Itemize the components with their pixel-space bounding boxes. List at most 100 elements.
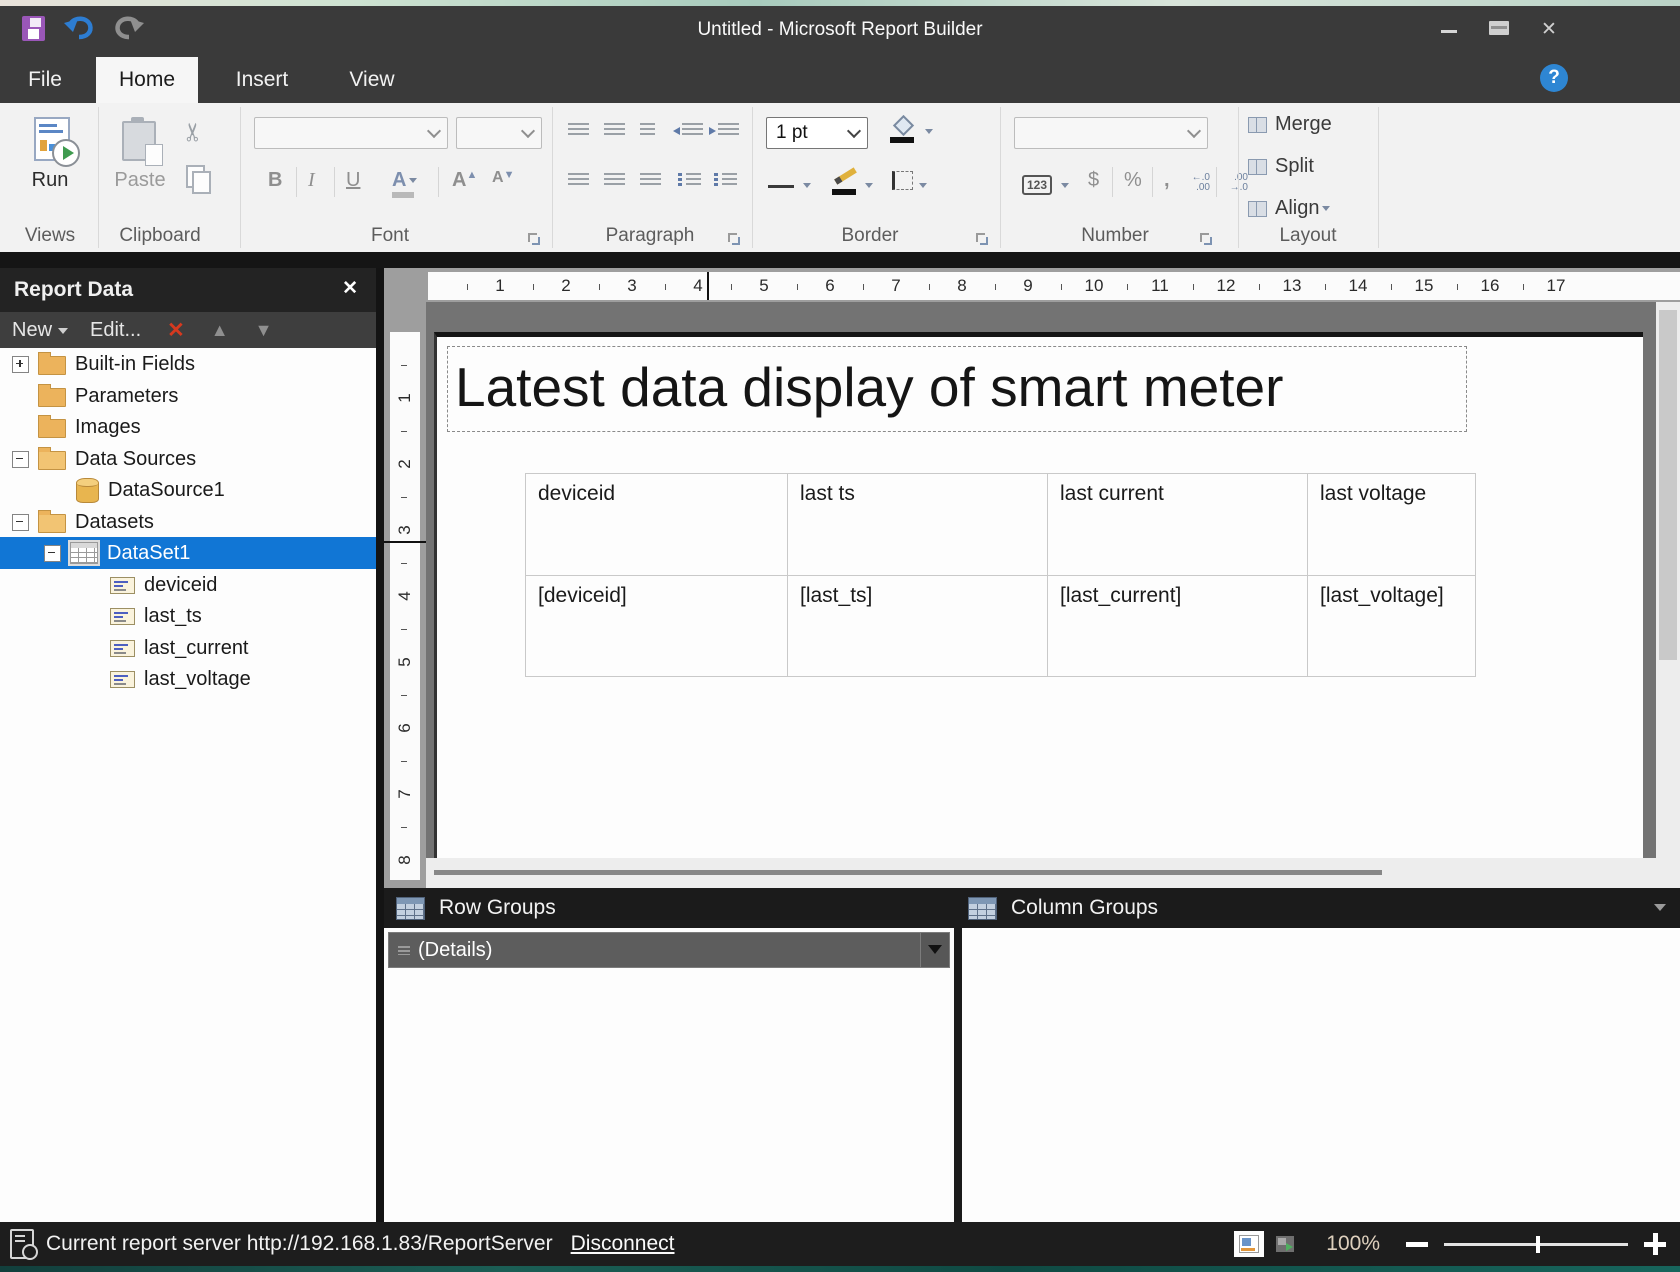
panel-splitter[interactable] [376, 268, 384, 1222]
numbering-icon[interactable] [722, 173, 737, 188]
close-button[interactable]: ✕ [1536, 18, 1562, 42]
table-header-cell[interactable]: last current [1048, 474, 1308, 576]
new-caret-icon[interactable] [58, 328, 68, 339]
fill-color-icon[interactable] [890, 117, 916, 143]
increase-decimal-icon[interactable]: ←.0.00 [1184, 173, 1210, 193]
table-header-cell[interactable]: last ts [788, 474, 1048, 576]
details-group-item[interactable]: (Details) [388, 932, 950, 968]
border-style-icon[interactable] [768, 185, 794, 188]
number-format-select[interactable] [1014, 117, 1208, 149]
report-title-textbox[interactable]: Latest data display of smart meter [447, 346, 1467, 432]
collapse-icon[interactable] [12, 514, 29, 531]
tree-item-data-sources[interactable]: Data Sources [0, 443, 376, 475]
collapse-icon[interactable] [44, 545, 61, 562]
zoom-out-button[interactable] [1406, 1242, 1428, 1247]
align-center-icon[interactable] [604, 173, 625, 188]
tree-item-datasource1[interactable]: DataSource1 [0, 474, 376, 506]
number-dialog-launcher-icon[interactable] [1200, 233, 1213, 246]
table-header-cell[interactable]: last voltage [1308, 474, 1476, 576]
tree-item-parameters[interactable]: Parameters [0, 380, 376, 412]
report-page[interactable]: Latest data display of smart meter devic… [434, 332, 1643, 861]
group-divider [752, 107, 753, 248]
align-bottom-icon[interactable] [640, 123, 655, 138]
table-data-cell[interactable]: [last_ts] [788, 576, 1048, 677]
details-dropdown-icon[interactable] [920, 933, 949, 967]
zoom-slider[interactable] [1444, 1243, 1628, 1246]
move-up-icon[interactable]: ▲ [211, 320, 229, 341]
help-icon[interactable]: ? [1540, 64, 1568, 92]
design-view-button[interactable] [1234, 1231, 1264, 1257]
split-button[interactable]: Split [1248, 155, 1314, 178]
scrollbar-thumb[interactable] [434, 870, 1382, 875]
tab-view[interactable]: View [330, 57, 414, 103]
tree-item-dataset1[interactable]: DataSet1 [0, 537, 376, 569]
cut-icon[interactable]: ✂ [178, 122, 208, 143]
table-data-cell[interactable]: [last_current] [1048, 576, 1308, 677]
borders-caret-icon[interactable] [919, 183, 927, 192]
delete-icon[interactable]: ✕ [167, 318, 185, 343]
align-top-icon[interactable] [568, 123, 589, 138]
scrollbar-thumb[interactable] [1659, 310, 1677, 660]
table-header-cell[interactable]: deviceid [526, 474, 788, 576]
tree-item-built-in-fields[interactable]: Built-in Fields [0, 348, 376, 380]
tree-item-datasets[interactable]: Datasets [0, 506, 376, 538]
maximize-button[interactable] [1486, 18, 1512, 42]
move-down-icon[interactable]: ▼ [255, 320, 273, 341]
tree-item-last-voltage[interactable]: last_voltage [0, 663, 376, 695]
table-data-cell[interactable]: [last_voltage] [1308, 576, 1476, 677]
expand-icon[interactable] [12, 356, 29, 373]
border-style-caret-icon[interactable] [803, 183, 811, 192]
font-dialog-launcher-icon[interactable] [528, 233, 541, 246]
zoom-slider-thumb[interactable] [1536, 1236, 1540, 1253]
zoom-in-button[interactable] [1644, 1233, 1666, 1255]
number-format-icon[interactable]: 123 [1022, 175, 1052, 195]
disconnect-link[interactable]: Disconnect [571, 1232, 675, 1256]
collapse-icon[interactable] [12, 451, 29, 468]
paragraph-dialog-launcher-icon[interactable] [728, 233, 741, 246]
horizontal-scrollbar[interactable] [426, 858, 1656, 888]
italic-button[interactable]: I [308, 169, 315, 192]
tab-file[interactable]: File [14, 57, 76, 103]
border-width-select[interactable]: 1 pt [766, 117, 868, 149]
edit-button[interactable]: Edit... [90, 319, 141, 342]
decrease-decimal-icon[interactable]: .00→.0 [1222, 173, 1248, 193]
minimize-button[interactable] [1436, 18, 1462, 42]
vertical-scrollbar[interactable] [1656, 302, 1680, 888]
tab-home[interactable]: Home [96, 57, 198, 103]
tree-item-deviceid[interactable]: deviceid [0, 569, 376, 601]
border-dialog-launcher-icon[interactable] [976, 233, 989, 246]
fill-color-caret-icon[interactable] [925, 129, 933, 138]
run-view-button[interactable] [1270, 1231, 1300, 1257]
percent-button[interactable]: % [1124, 169, 1142, 192]
increase-indent-icon[interactable] [718, 123, 739, 138]
panel-close-icon[interactable]: ✕ [342, 277, 358, 300]
grouping-options-caret-icon[interactable] [1654, 904, 1666, 917]
align-middle-icon[interactable] [604, 123, 625, 138]
tree-item-images[interactable]: Images [0, 411, 376, 443]
font-color-button[interactable]: A [392, 169, 417, 192]
number-format-caret-icon[interactable] [1061, 183, 1069, 192]
underline-button[interactable]: U [346, 169, 360, 192]
currency-button[interactable]: $ [1088, 169, 1099, 192]
align-left-icon[interactable] [568, 173, 589, 188]
tree-item-last-current[interactable]: last_current [0, 632, 376, 664]
merge-button[interactable]: Merge [1248, 113, 1332, 136]
border-color-caret-icon[interactable] [865, 183, 873, 192]
font-size-select[interactable] [456, 117, 542, 149]
copy-icon[interactable] [186, 165, 205, 188]
tree-item-last-ts[interactable]: last_ts [0, 600, 376, 632]
table-data-cell[interactable]: [deviceid] [526, 576, 788, 677]
align-right-icon[interactable] [640, 173, 661, 188]
shrink-font-button[interactable]: A▼ [492, 169, 514, 187]
borders-icon[interactable] [892, 171, 913, 190]
align-button[interactable]: Align [1248, 197, 1330, 220]
grow-font-button[interactable]: A▲ [452, 169, 477, 192]
new-button[interactable]: New [12, 319, 52, 342]
tab-insert[interactable]: Insert [216, 57, 308, 103]
bullets-icon[interactable] [686, 173, 701, 188]
bold-button[interactable]: B [268, 169, 282, 192]
comma-button[interactable]: , [1164, 169, 1170, 192]
decrease-indent-icon[interactable] [682, 123, 703, 138]
border-color-icon[interactable] [832, 169, 858, 195]
font-family-select[interactable] [254, 117, 448, 149]
